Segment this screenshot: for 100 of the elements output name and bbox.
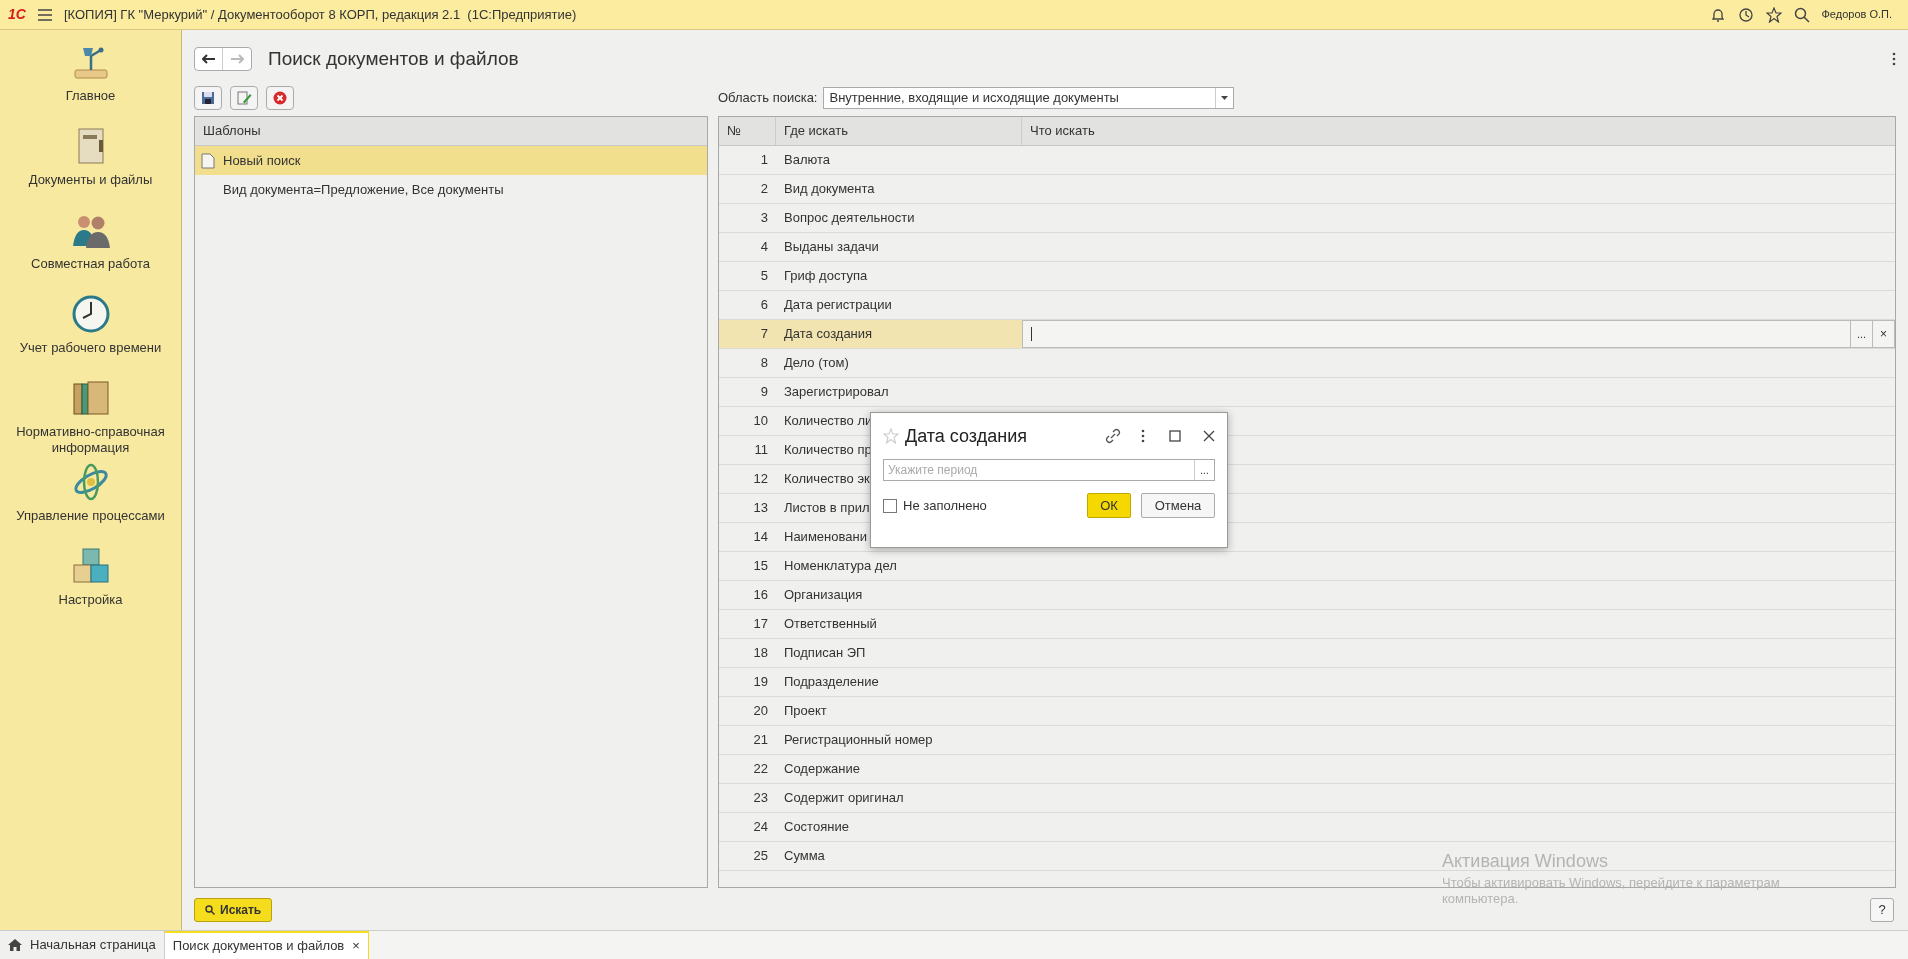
cancel-button[interactable]: Отмена: [1141, 493, 1215, 518]
row-number: 19: [752, 673, 769, 692]
delete-icon: [273, 91, 287, 105]
form-title: Поиск документов и файлов: [268, 46, 519, 71]
table-cell[interactable]: Содержит оригинал: [776, 784, 1022, 812]
template-row[interactable]: Вид документа=Предложение, Все документы: [195, 175, 707, 204]
table-cell[interactable]: Зарегистрировал: [776, 378, 1022, 406]
row-number: 16: [752, 586, 769, 605]
row-number: 7: [719, 320, 776, 348]
sidebar-item[interactable]: Настройка: [54, 592, 127, 608]
period-field[interactable]: Укажите период ...: [883, 459, 1215, 481]
row-number: 20: [752, 702, 769, 721]
window-title: [КОПИЯ] ГК "Меркурий" / Документооборот 8 КОРП, редакция 2.1 (1С:Предприятие): [63, 5, 577, 24]
template-name: Вид документа=Предложение, Все документы: [223, 180, 504, 199]
row-number: 3: [759, 209, 769, 228]
dropdown-icon: [1221, 96, 1229, 100]
pencil-document-icon: [236, 90, 252, 106]
choose-button[interactable]: ...: [1850, 321, 1872, 347]
bell-icon[interactable]: [1709, 6, 1726, 23]
row-number: 13: [752, 499, 769, 518]
user-name[interactable]: Федоров О.П.: [1821, 6, 1892, 23]
table-cell[interactable]: Сумма: [776, 842, 1022, 870]
table-cell[interactable]: Валюта: [776, 146, 1022, 174]
document-icon: [201, 152, 215, 169]
help-button[interactable]: ?: [1870, 898, 1894, 922]
row-number: 18: [752, 644, 769, 663]
maximize-icon[interactable]: [1169, 430, 1181, 442]
sidebar-item[interactable]: Нормативно-справочная информация: [0, 424, 181, 456]
row-number: 12: [752, 470, 769, 489]
row-number: 14: [752, 528, 769, 547]
table-cell[interactable]: Подразделение: [776, 668, 1022, 696]
close-tab-button[interactable]: ×: [352, 936, 360, 956]
row-number: 5: [759, 267, 769, 286]
activation-text: Чтобы активировать Windows, перейдите к параметрам компьютера.: [1442, 875, 1781, 907]
search-area-select[interactable]: Внутренние, входящие и исходящие документы: [823, 87, 1235, 109]
edit-button[interactable]: [230, 86, 258, 110]
table-cell[interactable]: Дата создания: [776, 320, 1022, 348]
sidebar-item[interactable]: Совместная работа: [27, 256, 154, 272]
table-cell[interactable]: Гриф доступа: [776, 262, 1022, 290]
sidebar-item[interactable]: Управление процессами: [12, 508, 169, 524]
row-number: 8: [759, 354, 769, 373]
save-button[interactable]: [194, 86, 222, 110]
row-number: 22: [752, 760, 769, 779]
value-input[interactable]: ... ×: [1022, 320, 1895, 348]
row-number: 4: [759, 238, 769, 257]
sidebar-item[interactable]: Главное: [61, 88, 120, 104]
page-tab[interactable]: Поиск документов и файлов ×: [164, 931, 369, 959]
close-icon[interactable]: [1203, 430, 1215, 442]
row-number: 6: [759, 296, 769, 315]
table-cell[interactable]: Состояние: [776, 813, 1022, 841]
row-number: 25: [752, 847, 769, 866]
column-header: №: [719, 117, 776, 145]
row-number: 21: [752, 731, 769, 750]
sidebar-item[interactable]: Учет рабочего времени: [15, 340, 166, 356]
delete-button[interactable]: [266, 86, 294, 110]
row-number: 23: [752, 789, 769, 808]
activation-title: Активация Windows: [1442, 850, 1609, 873]
row-number: 15: [752, 557, 769, 576]
column-header: Что искать: [1029, 122, 1096, 141]
back-arrow-icon: [201, 54, 216, 64]
table-cell[interactable]: Выданы задачи: [776, 233, 1022, 261]
column-header: Где искать: [776, 117, 1022, 145]
star-icon[interactable]: [1765, 6, 1782, 23]
history-icon[interactable]: [1737, 6, 1754, 23]
table-cell[interactable]: Номенклатура дел: [776, 552, 1022, 580]
home-icon: [8, 939, 22, 951]
empty-checkbox[interactable]: [883, 498, 897, 513]
dialog-title: Дата создания: [905, 424, 1027, 448]
row-number: 11: [753, 441, 769, 460]
row-number: 17: [752, 615, 769, 634]
search-button[interactable]: Искать: [194, 898, 273, 922]
table-cell[interactable]: Подписан ЭП: [776, 639, 1022, 667]
table-cell[interactable]: Регистрационный номер: [776, 726, 1022, 754]
more-icon[interactable]: [1892, 52, 1896, 66]
page-tab[interactable]: Начальная страница: [0, 931, 165, 959]
template-name: Новый поиск: [223, 151, 301, 170]
link-icon[interactable]: [1105, 428, 1121, 444]
more-icon[interactable]: [1141, 429, 1145, 443]
table-cell[interactable]: Вид документа: [776, 175, 1022, 203]
table-cell[interactable]: Вопрос деятельности: [776, 204, 1022, 232]
text-cursor: [1031, 327, 1032, 341]
checkbox-label: Не заполнено: [903, 496, 987, 515]
choose-button[interactable]: ...: [1194, 460, 1214, 480]
folders-icon: [70, 378, 111, 418]
clear-button[interactable]: ×: [1872, 321, 1894, 347]
sidebar-item[interactable]: Документы и файлы: [24, 172, 157, 188]
forward-arrow-icon: [230, 54, 244, 64]
row-number: 2: [759, 180, 769, 199]
table-cell[interactable]: Проект: [776, 697, 1022, 725]
column-header: Шаблоны: [195, 117, 707, 146]
table-cell[interactable]: Организация: [776, 581, 1022, 609]
template-row[interactable]: Новый поиск: [195, 146, 707, 175]
table-cell[interactable]: Дело (том): [776, 349, 1022, 377]
search-icon[interactable]: [1793, 6, 1810, 23]
table-cell[interactable]: Дата регистрации: [776, 291, 1022, 319]
table-cell[interactable]: Содержание: [776, 755, 1022, 783]
ok-button[interactable]: ОК: [1087, 493, 1131, 518]
table-cell[interactable]: Ответственный: [776, 610, 1022, 638]
menu-icon[interactable]: [37, 8, 52, 21]
search-icon: [205, 905, 215, 915]
